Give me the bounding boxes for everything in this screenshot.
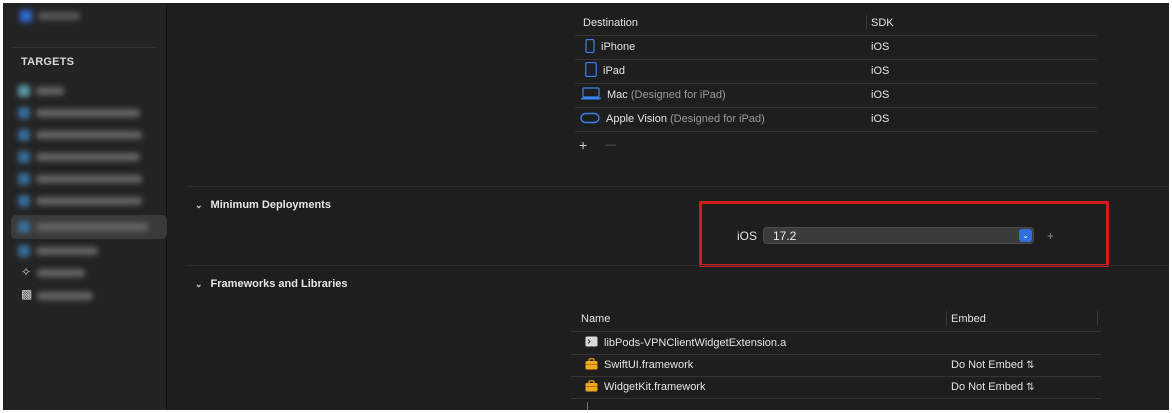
row-separator bbox=[571, 398, 1101, 399]
target-item[interactable] bbox=[18, 243, 98, 259]
embed-value: Do Not Embed bbox=[951, 359, 1024, 371]
row-separator bbox=[575, 35, 1097, 36]
vision-icon bbox=[580, 112, 600, 127]
destination-sdk: iOS bbox=[871, 65, 890, 77]
xcode-window: TARGETS ✧ ▩ Destination SDK iPhone iOS i… bbox=[3, 3, 1169, 410]
remove-destination-button[interactable]: — bbox=[605, 133, 616, 157]
target-icon bbox=[18, 195, 30, 207]
destination-name: Mac bbox=[607, 89, 628, 101]
name-column-header[interactable]: Name bbox=[581, 307, 610, 331]
chevron-down-icon: ⌄ bbox=[195, 199, 203, 210]
target-icon bbox=[18, 151, 30, 163]
framework-name: WidgetKit.framework bbox=[604, 381, 706, 393]
app-extension-icon: ▩ bbox=[21, 287, 33, 301]
sidebar-divider bbox=[13, 47, 157, 48]
target-icon bbox=[18, 245, 30, 257]
extension-item[interactable] bbox=[37, 288, 93, 304]
row-separator bbox=[575, 131, 1097, 132]
targets-header: TARGETS bbox=[21, 56, 75, 68]
target-icon bbox=[18, 221, 30, 233]
target-name-redacted bbox=[36, 175, 142, 183]
extension-name-redacted bbox=[37, 292, 93, 300]
framework-icon bbox=[585, 379, 598, 395]
destination-suffix: (Designed for iPad) bbox=[670, 113, 765, 125]
destination-row[interactable]: Mac (Designed for iPad) bbox=[581, 83, 726, 107]
embed-select[interactable]: Do Not Embed ⇅ bbox=[951, 354, 1035, 376]
destination-row[interactable]: iPhone bbox=[585, 35, 635, 59]
target-settings-editor: Destination SDK iPhone iOS iPad iOS Mac … bbox=[167, 3, 1169, 410]
target-item[interactable] bbox=[18, 105, 140, 121]
destination-sdk: iOS bbox=[871, 113, 890, 125]
row-separator bbox=[575, 59, 1097, 60]
target-item[interactable] bbox=[18, 171, 142, 187]
annotation-highlight-box bbox=[699, 201, 1109, 267]
target-item-selected[interactable] bbox=[18, 219, 148, 235]
target-icon bbox=[18, 173, 30, 185]
project-name-redacted bbox=[38, 12, 80, 20]
library-icon bbox=[585, 336, 598, 350]
chevron-updown-icon: ⇅ bbox=[1026, 381, 1035, 393]
target-item[interactable] bbox=[18, 149, 140, 165]
destination-sdk: iOS bbox=[871, 89, 890, 101]
target-name-redacted bbox=[36, 197, 142, 205]
section-divider bbox=[187, 265, 1169, 266]
framework-row[interactable]: SwiftUI.framework bbox=[585, 354, 693, 376]
section-title: Frameworks and Libraries bbox=[210, 278, 348, 290]
add-framework-button[interactable] bbox=[587, 402, 588, 410]
framework-row[interactable]: libPods-VPNClientWidgetExtension.a bbox=[585, 332, 786, 354]
embed-select[interactable]: Do Not Embed ⇅ bbox=[951, 376, 1035, 398]
iphone-icon bbox=[585, 38, 595, 56]
destination-name: iPhone bbox=[601, 41, 636, 53]
column-divider bbox=[1097, 311, 1098, 325]
navigator-sidebar: TARGETS ✧ ▩ bbox=[3, 3, 167, 410]
target-item[interactable] bbox=[18, 83, 64, 99]
target-name-redacted bbox=[36, 223, 148, 231]
frameworks-header[interactable]: ⌄ Frameworks and Libraries bbox=[195, 278, 348, 290]
target-name-redacted bbox=[36, 247, 98, 255]
section-divider bbox=[187, 186, 1169, 187]
chevron-updown-icon: ⇅ bbox=[1026, 359, 1035, 371]
target-name-redacted bbox=[36, 87, 64, 95]
project-item[interactable] bbox=[20, 9, 80, 23]
target-icon bbox=[18, 85, 30, 97]
target-item[interactable] bbox=[18, 193, 142, 209]
embed-column-header[interactable]: Embed bbox=[951, 307, 986, 331]
destination-sdk: iOS bbox=[871, 41, 890, 53]
sdk-column-header[interactable]: SDK bbox=[871, 11, 894, 35]
column-divider bbox=[946, 311, 947, 325]
destination-column-header[interactable]: Destination bbox=[583, 11, 638, 35]
destination-row[interactable]: Apple Vision (Designed for iPad) bbox=[580, 107, 765, 131]
section-title: Minimum Deployments bbox=[210, 199, 331, 211]
target-icon bbox=[18, 129, 30, 141]
framework-row[interactable]: WidgetKit.framework bbox=[585, 376, 705, 398]
column-divider bbox=[866, 15, 867, 29]
framework-icon bbox=[585, 357, 598, 373]
package-icon: ✧ bbox=[21, 265, 32, 279]
target-icon bbox=[18, 107, 30, 119]
chevron-down-icon: ⌄ bbox=[195, 278, 203, 289]
add-destination-button[interactable]: + bbox=[579, 133, 587, 157]
target-name-redacted bbox=[36, 109, 140, 117]
project-icon bbox=[20, 10, 32, 22]
destination-row[interactable]: iPad bbox=[585, 59, 625, 83]
ipad-icon bbox=[585, 61, 597, 80]
minimum-deployments-header[interactable]: ⌄ Minimum Deployments bbox=[195, 199, 331, 211]
framework-name: libPods-VPNClientWidgetExtension.a bbox=[604, 337, 787, 349]
target-name-redacted bbox=[36, 131, 142, 139]
package-name-redacted bbox=[37, 269, 85, 277]
package-item[interactable] bbox=[37, 265, 85, 281]
target-item[interactable] bbox=[18, 127, 142, 143]
mac-icon bbox=[581, 87, 601, 103]
destination-suffix: (Designed for iPad) bbox=[630, 89, 726, 101]
framework-name: SwiftUI.framework bbox=[604, 359, 694, 371]
destination-name: Apple Vision bbox=[606, 113, 667, 125]
target-name-redacted bbox=[36, 153, 140, 161]
destination-name: iPad bbox=[603, 65, 626, 77]
embed-value: Do Not Embed bbox=[951, 381, 1024, 393]
